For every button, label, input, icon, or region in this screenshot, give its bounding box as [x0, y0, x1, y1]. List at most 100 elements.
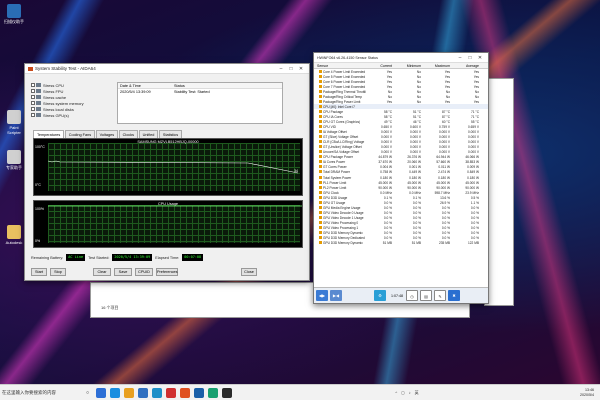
sensor-row[interactable]: IA Voltage Offset 0.000 V 0.000 V 0.000 V 0.… [314, 130, 488, 135]
taskbar-app-icon[interactable] [138, 387, 148, 398]
checkbox[interactable] [31, 107, 35, 111]
column-header-minimum[interactable]: Minimum [395, 64, 424, 68]
sensor-row[interactable]: Package/Ring Power Limit Yes No Yes Yes [314, 99, 488, 104]
sensor-row[interactable]: GT Cores Power 0.004 W 0.001 W 0.011 W 0.009… [314, 165, 488, 170]
minimize-icon[interactable]: – [276, 66, 286, 72]
sensor-row[interactable]: GT (Slice) Voltage Offset 0.000 V 0.000 V 0… [314, 135, 488, 140]
sensor-row[interactable]: GPU Video Decode 1 Usage 0.0 % 0.0 % 0.0 % 0… [314, 215, 488, 220]
checkbox[interactable] [31, 101, 35, 105]
column-header-current[interactable]: Current [366, 64, 395, 68]
tray-icon[interactable]: ♪ [409, 390, 411, 396]
sensor-row[interactable]: GPU Video Decode 0 Usage 0.0 % 0.0 % 0.0 % 0… [314, 210, 488, 215]
column-header-maximum[interactable]: Maximum [424, 64, 453, 68]
sensor-row[interactable]: GPU Media Engine Usage 0.0 % 0.0 % 0.0 % 0.0… [314, 205, 488, 210]
sensor-row[interactable]: Package/Ring Thermal Throttling No No No No [314, 89, 488, 94]
hwinfo-titlebar[interactable]: HWiNFO64 v6.26-4150 Sensor Status – □ ✕ [314, 53, 488, 63]
tray-icon[interactable]: ^ [395, 390, 397, 396]
sensor-row[interactable]: Core 6 Power Limit Exceeded Yes No Yes Yes [314, 79, 488, 84]
sensor-row[interactable]: CPU GT Cores (Graphics) 49 °C 46 °C 60 °C 55… [314, 119, 488, 124]
cpuid-button[interactable]: CPUID [135, 268, 153, 276]
tab-unified[interactable]: Unified [138, 130, 159, 138]
fwd-arrow-icon[interactable]: ▶◀ [330, 290, 342, 301]
tab-clocks[interactable]: Clocks [118, 130, 139, 138]
tray-icon[interactable]: 英 [415, 390, 419, 396]
aida-titlebar[interactable]: System Stability Test - AIDA64 – □ ✕ [25, 64, 309, 74]
sensor-row[interactable]: Total System Power 0.180 W 0.180 W 0.180 W 0… [314, 175, 488, 180]
close-button[interactable]: Close [241, 268, 257, 276]
report-icon[interactable]: ▤ [420, 290, 432, 301]
clear-button[interactable]: Clear [93, 268, 111, 276]
network-icon[interactable]: ⚙ [374, 290, 386, 301]
close-icon[interactable]: ✕ [475, 55, 485, 61]
sensor-row[interactable]: PL2 Power Limit 90.000 W 90.000 W 90.000 W 9… [314, 185, 488, 190]
sensor-row[interactable]: GPU Video Processing 0 0.0 % 0.0 % 0.0 % 0.0… [314, 220, 488, 225]
taskbar-app-icon[interactable] [124, 387, 134, 398]
taskbar-app-icon[interactable] [194, 387, 204, 398]
checkbox[interactable] [31, 89, 35, 93]
taskbar-app-icon[interactable] [222, 387, 232, 398]
taskbar-app-icon[interactable] [96, 387, 106, 398]
desktop-shortcut[interactable]: 扫描仪助手 [3, 4, 25, 25]
sensor-row[interactable]: GPU GT Usage 0.0 % 0.0 % 26.9 % 1.1 % [314, 200, 488, 205]
tab-voltages[interactable]: Voltages [95, 130, 119, 138]
taskbar-app-icon[interactable] [152, 387, 162, 398]
preferences-button[interactable]: Preferences [156, 268, 178, 276]
sensor-row[interactable]: GPU Video Processing 1 0.0 % 0.0 % 0.0 % 0.0… [314, 225, 488, 230]
stress-option[interactable]: Stress GPU(s) [31, 112, 89, 118]
back-arrow-icon[interactable]: ◀▶ [316, 290, 328, 301]
start-button[interactable]: Start [31, 268, 47, 276]
sensor-row[interactable]: GPU D3D Memory Dynamic 0.0 % 0.0 % 0.0 % 0.0… [314, 231, 488, 236]
sensor-row[interactable]: Core 5 Power Limit Exceeded Yes No Yes Yes [314, 74, 488, 79]
taskbar-search[interactable]: 在这里输入你要搜索的内容 [0, 390, 86, 396]
column-header-average[interactable]: Average [453, 64, 482, 68]
tray-icon[interactable]: ◻ [401, 390, 404, 396]
sensor-row[interactable]: Total DRAM Power 0.758 W 0.449 W 2.474 W 0.8… [314, 170, 488, 175]
checkbox[interactable] [31, 83, 35, 87]
sensor-row[interactable]: GPU D3D Memory Dynamic 51 MB 51 MB 235 MB 12… [314, 241, 488, 246]
tab-statistics[interactable]: Statistics [158, 130, 183, 138]
close-icon[interactable]: ✕ [296, 66, 306, 72]
taskbar-app-icon[interactable] [110, 387, 120, 398]
sensor-row[interactable]: Package/Ring Critical Temp No No No No [314, 94, 488, 99]
hwinfo-sensor-list[interactable]: Core 4 Power Limit Exceeded Yes No Yes Yes Co… [314, 69, 488, 246]
column-header-sensor[interactable]: Sensor [314, 64, 366, 68]
checkbox[interactable] [31, 95, 35, 99]
sensor-row[interactable]: CPU IA Cores 58 °C 51 °C 87 °C 71 °C [314, 114, 488, 119]
tab-temperatures[interactable]: Temperatures [33, 130, 65, 138]
hwinfo-sensor-window[interactable]: HWiNFO64 v6.26-4150 Sensor Status – □ ✕ … [313, 52, 489, 304]
sensor-row[interactable]: CLR (CBo/LLC/Ring) Voltage 0.000 V 0.000 V… [314, 140, 488, 145]
sensor-row[interactable]: CPU Package 58 °C 51 °C 87 °C 71 °C [314, 109, 488, 114]
desktop-shortcut[interactable]: Paint Scripter [3, 110, 25, 135]
tab-cooling-fans[interactable]: Cooling Fans [64, 130, 96, 138]
sensor-row[interactable]: CPU Package Power 44.879 W 26.376 W 64.944 … [314, 155, 488, 160]
taskbar-app-icon[interactable] [208, 387, 218, 398]
sensor-row[interactable]: PL1 Power Limit 45.000 W 45.000 W 45.000 W 4… [314, 180, 488, 185]
sensor-row[interactable]: GPU Clock 0.0 MHz 0.0 MHz 598.7 MHz 23.9 MHz [314, 190, 488, 195]
taskbar-app-icon[interactable] [166, 387, 176, 398]
sensor-row[interactable]: Uncore/SA Voltage Offset 0.000 V 0.000 V 0.… [314, 150, 488, 155]
close-x-icon[interactable]: ✖ [448, 290, 460, 301]
minimize-icon[interactable]: – [455, 55, 465, 61]
sensor-row[interactable]: GPU D3D Usage 0.1 % 0.1 % 13.6 % 0.5 % [314, 195, 488, 200]
sensor-row[interactable]: Core 7 Power Limit Exceeded Yes No Yes Yes [314, 84, 488, 89]
save-button[interactable]: Save [114, 268, 132, 276]
sensor-value: 0.0 % [470, 236, 479, 241]
sensor-row[interactable]: GPU D3D Memory Dedicated 0.0 % 0.0 % 0.0 % 0… [314, 236, 488, 241]
checkbox[interactable] [31, 113, 35, 117]
settings-icon[interactable]: ✎ [434, 290, 446, 301]
sensor-row[interactable]: GT (Unslice) Voltage Offset 0.000 V 0.000 … [314, 145, 488, 150]
taskbar-clock[interactable]: 13:46 2020/5/4 [580, 388, 600, 398]
clock-icon[interactable]: ◷ [406, 290, 418, 301]
desktop-shortcut[interactable]: Autodesk [3, 225, 25, 245]
maximize-icon[interactable]: □ [465, 55, 475, 61]
task-view-icon[interactable]: ○ [86, 390, 94, 396]
sensor-row[interactable]: Core 4 Power Limit Exceeded Yes No Yes Yes [314, 69, 488, 74]
stop-button[interactable]: Stop [50, 268, 66, 276]
sensor-row[interactable]: IA Cores Power 37.670 W 20.060 W 57.660 W 38… [314, 160, 488, 165]
sensor-row[interactable]: CPU VID 0.650 V 0.600 V 0.759 V 0.659 V [314, 125, 488, 130]
sensor-value: 51 °C [412, 114, 421, 119]
aida64-stability-window[interactable]: System Stability Test - AIDA64 – □ ✕ Str… [24, 63, 310, 281]
taskbar-app-icon[interactable] [180, 387, 190, 398]
desktop-shortcut[interactable]: 专家助手 [3, 150, 25, 171]
maximize-icon[interactable]: □ [286, 66, 296, 72]
